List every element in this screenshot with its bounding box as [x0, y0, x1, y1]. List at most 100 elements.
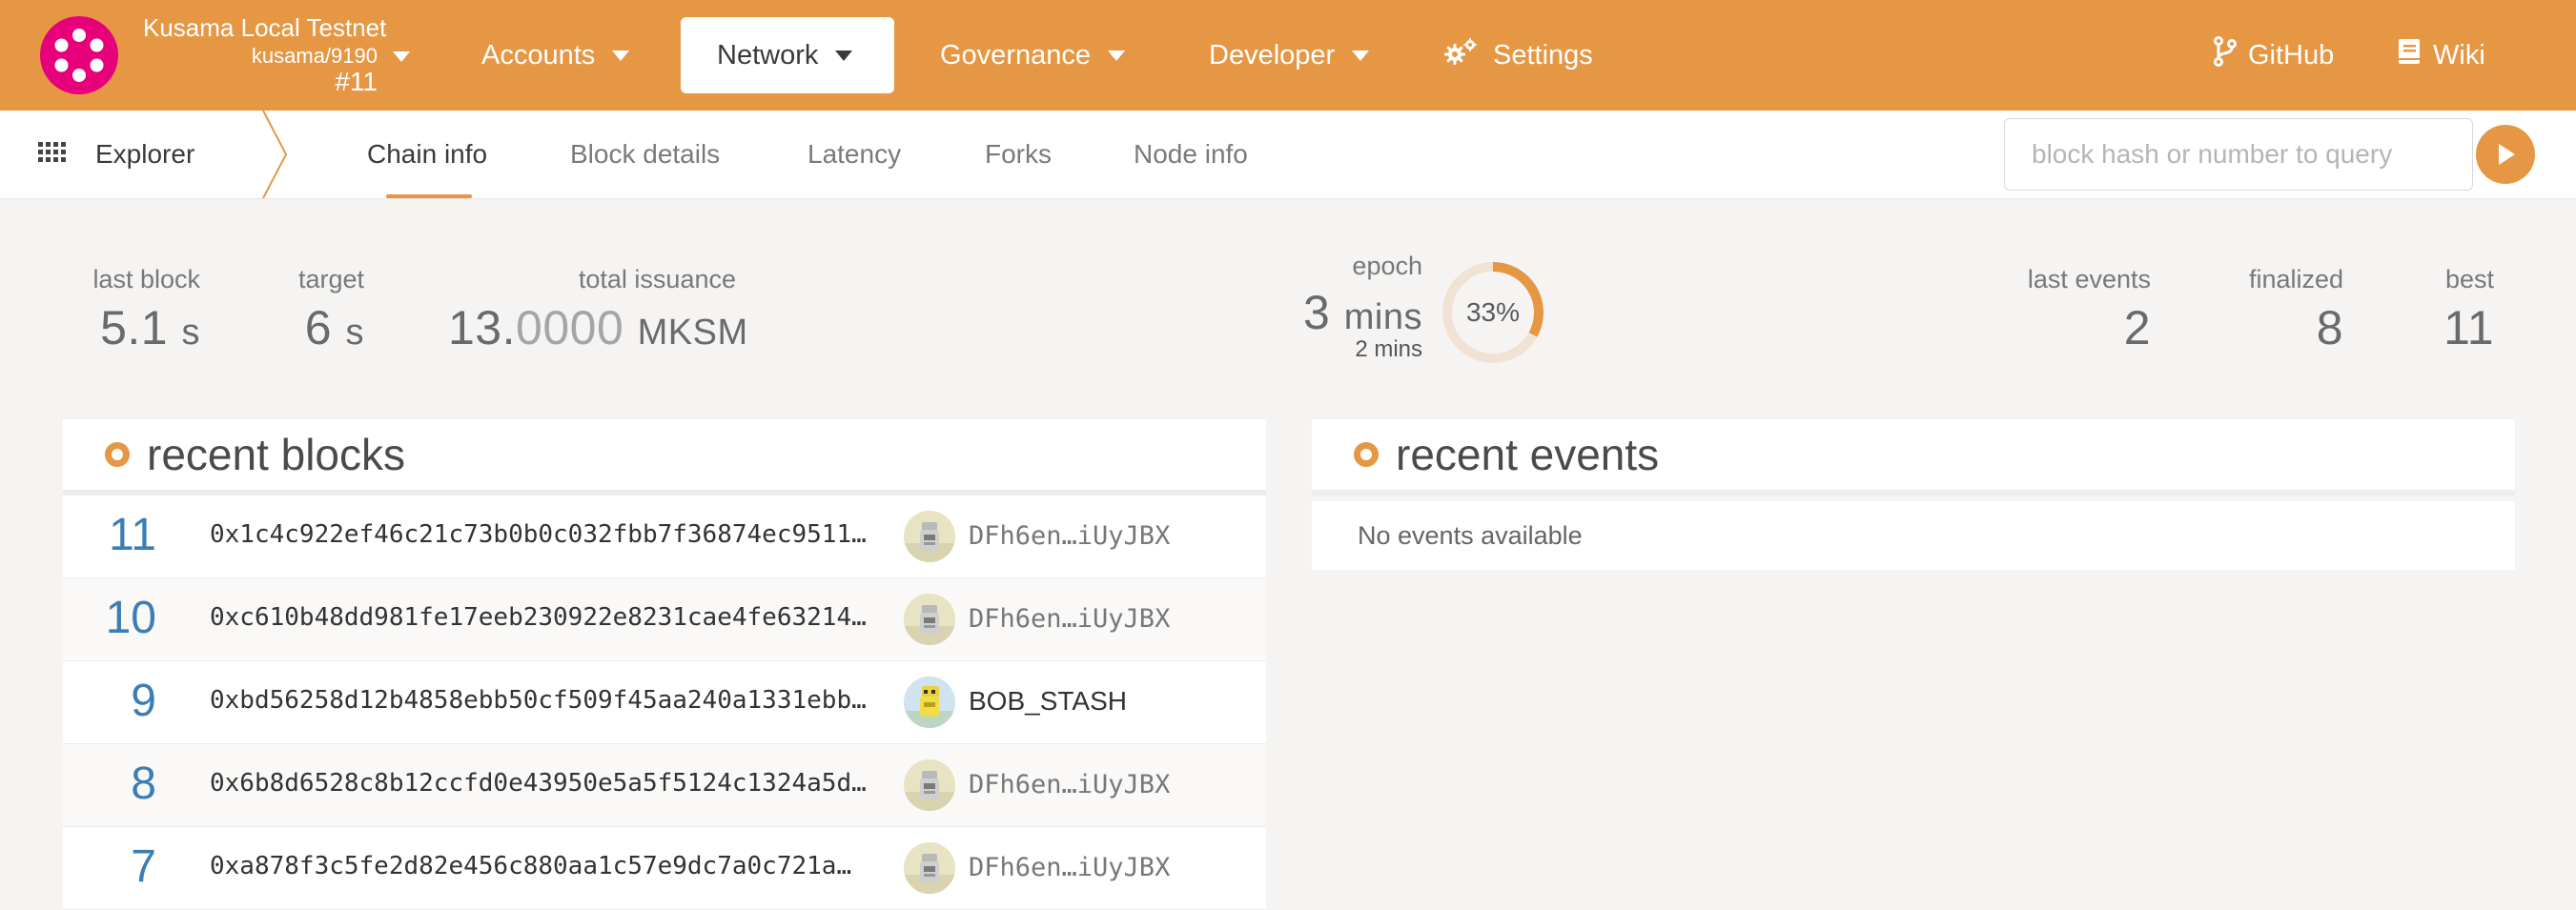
epoch-remaining: 2 mins	[1355, 336, 1422, 362]
block-number[interactable]: 9	[63, 675, 156, 727]
recent-events-bullet-icon	[1354, 442, 1379, 467]
last-block-value: 5.1 s	[86, 300, 200, 355]
github-label: GitHub	[2248, 39, 2335, 71]
block-hash-link[interactable]: 0x1c4c922ef46c21c73b0b0c032fbb7f36874ec9…	[210, 520, 867, 549]
tab-forks[interactable]: Forks	[985, 111, 1052, 198]
robot-avatar-icon	[904, 594, 955, 645]
block-number[interactable]: 8	[63, 758, 156, 810]
recent-events-title: recent events	[1396, 430, 1660, 479]
summary-last-events: last events 2	[2012, 265, 2151, 355]
summary-total-issuance: total issuance 13.0000 MKSM	[448, 265, 747, 355]
author-avatar[interactable]	[904, 842, 955, 894]
gears-icon	[1443, 37, 1480, 73]
total-issuance-unit: MKSM	[637, 313, 748, 353]
target-label: target	[297, 265, 364, 293]
tab-latency[interactable]: Latency	[808, 111, 901, 198]
block-hash-link[interactable]: 0x6b8d6528c8b12ccfd0e43950e5a5f5124c1324…	[210, 769, 867, 798]
epoch-number: 3	[1303, 286, 1331, 339]
breadcrumb-separator-icon	[262, 111, 288, 198]
nav-developer[interactable]: Developer	[1209, 17, 1370, 93]
robot-avatar-icon	[904, 511, 955, 562]
recent-blocks-title: recent blocks	[147, 430, 406, 479]
epoch-unit: mins	[1343, 297, 1422, 337]
block-number[interactable]: 7	[63, 840, 156, 893]
book-icon	[2397, 37, 2422, 73]
play-icon	[2499, 144, 2515, 165]
tab-chain-info[interactable]: Chain info	[367, 111, 487, 198]
total-issuance-decimals: 0000	[516, 301, 624, 354]
block-number[interactable]: 10	[63, 592, 156, 644]
author-avatar[interactable]	[904, 594, 955, 645]
block-query-input[interactable]	[2004, 118, 2473, 191]
target-number: 6	[304, 301, 333, 354]
table-row: 8 0x6b8d6528c8b12ccfd0e43950e5a5f5124c13…	[63, 744, 1266, 827]
last-block-unit: s	[181, 313, 200, 353]
author-avatar[interactable]	[904, 511, 955, 562]
nav-network[interactable]: Network	[681, 17, 894, 93]
total-issuance-integer: 13.	[448, 301, 517, 354]
chevron-down-icon	[393, 51, 410, 62]
node-version: kusama/9190	[251, 44, 378, 68]
table-row: 11 0x1c4c922ef46c21c73b0b0c032fbb7f36874…	[63, 495, 1266, 578]
epoch-label: epoch	[1352, 252, 1422, 280]
chevron-down-icon	[1108, 50, 1125, 61]
nav-developer-label: Developer	[1209, 39, 1336, 71]
best-label: best	[2444, 265, 2494, 293]
wiki-label: Wiki	[2433, 39, 2485, 71]
author-address[interactable]: DFh6en…iUyJBX	[969, 770, 1170, 799]
table-row: 9 0xbd56258d12b4858ebb50cf509f45aa240a13…	[63, 661, 1266, 744]
active-tab-indicator	[386, 194, 472, 198]
nav-accounts-label: Accounts	[481, 39, 596, 71]
finalized-label: finalized	[2248, 265, 2343, 293]
robot-avatar-icon	[904, 842, 955, 894]
summary-finalized: finalized 8	[2231, 265, 2343, 355]
wiki-link[interactable]: Wiki	[2397, 17, 2485, 93]
chevron-down-icon	[1352, 50, 1370, 61]
chain-name: Kusama Local Testnet	[143, 13, 387, 42]
epoch-value: 3 mins	[1297, 285, 1422, 340]
section-tabs-bar: Explorer Chain info Block details Latenc…	[0, 111, 2576, 199]
best-value: 11	[2443, 301, 2494, 354]
last-block-label: last block	[92, 265, 200, 293]
polkadot-logo-icon[interactable]	[40, 16, 118, 94]
tab-block-details[interactable]: Block details	[570, 111, 720, 198]
current-block-number: #11	[335, 67, 378, 96]
robot-avatar-icon	[904, 759, 955, 811]
recent-events-header: recent events	[1312, 419, 2515, 495]
last-block-number: 5.1	[100, 301, 169, 354]
nav-governance[interactable]: Governance	[940, 17, 1125, 93]
summary-epoch: epoch 3 mins 2 mins	[1297, 252, 1422, 363]
chevron-down-icon	[835, 50, 853, 61]
author-address[interactable]: DFh6en…iUyJBX	[969, 604, 1170, 634]
grid-menu-icon	[38, 139, 67, 170]
total-issuance-label: total issuance	[578, 265, 736, 293]
section-menu-explorer[interactable]: Explorer	[38, 111, 194, 198]
query-submit-button[interactable]	[2476, 125, 2535, 184]
nav-accounts[interactable]: Accounts	[481, 17, 630, 93]
recent-events-empty: No events available	[1312, 501, 2515, 570]
github-link[interactable]: GitHub	[2214, 17, 2334, 93]
author-avatar[interactable]	[904, 759, 955, 811]
author-address[interactable]: DFh6en…iUyJBX	[969, 853, 1170, 882]
author-address[interactable]: DFh6en…iUyJBX	[969, 521, 1170, 551]
table-row: 10 0xc610b48dd981fe17eeb230922e8231cae4f…	[63, 578, 1266, 661]
target-value: 6 s	[276, 300, 364, 355]
table-row: 7 0xa878f3c5fe2d82e456c880aa1c57e9dc7a0c…	[63, 827, 1266, 910]
nav-governance-label: Governance	[940, 39, 1091, 71]
block-hash-link[interactable]: 0xc610b48dd981fe17eeb230922e8231cae4fe63…	[210, 603, 867, 632]
total-issuance-value: 13.0000 MKSM	[448, 300, 747, 355]
summary-target: target 6 s	[276, 265, 364, 355]
last-events-label: last events	[2027, 265, 2151, 293]
finalized-value: 8	[2316, 301, 2343, 354]
author-avatar[interactable]	[904, 677, 955, 728]
block-hash-link[interactable]: 0xa878f3c5fe2d82e456c880aa1c57e9dc7a0c72…	[210, 852, 851, 880]
block-hash-link[interactable]: 0xbd56258d12b4858ebb50cf509f45aa240a1331…	[210, 686, 867, 715]
top-navigation-bar: Kusama Local Testnet kusama/9190 #11 Acc…	[0, 0, 2576, 111]
chain-selector[interactable]: Kusama Local Testnet kusama/9190 #11	[143, 13, 410, 99]
nav-settings[interactable]: Settings	[1443, 17, 1593, 93]
block-number[interactable]: 11	[63, 509, 156, 561]
recent-blocks-header: recent blocks	[63, 419, 1266, 495]
tab-node-info[interactable]: Node info	[1134, 111, 1248, 198]
last-events-value: 2	[2123, 301, 2151, 354]
author-name[interactable]: BOB_STASH	[969, 686, 1127, 717]
